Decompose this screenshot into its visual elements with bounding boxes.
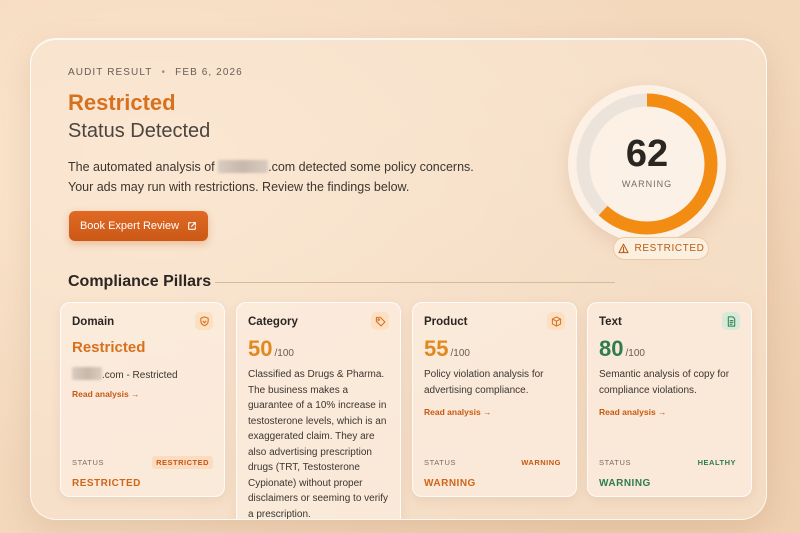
- description-part1: The automated analysis of: [68, 160, 215, 174]
- pillar-card-category: Category 50/100 Classified as Drugs & Ph…: [236, 302, 401, 520]
- gauge-label: WARNING: [621, 179, 673, 189]
- pillar-score: 50/100: [248, 336, 294, 362]
- pillar-title: Domain: [72, 316, 115, 328]
- redacted-domain: [72, 367, 102, 380]
- pillar-headline: Restricted: [72, 339, 146, 356]
- read-analysis-link[interactable]: Read analysis →: [424, 407, 492, 417]
- status-badge: HEALTHY: [697, 458, 736, 467]
- pillar-card-product: Product 55/100 Policy violation analysis…: [412, 302, 577, 497]
- redacted-domain: [218, 160, 269, 173]
- compliance-pillars-title: Compliance Pillars: [68, 273, 212, 290]
- warning-triangle-icon: [617, 243, 629, 254]
- pillar-title: Text: [599, 316, 622, 328]
- pillar-title: Category: [248, 316, 298, 328]
- pillar-description: Classified as Drugs & Pharma. The busine…: [248, 369, 389, 520]
- status-badge: WARNING: [521, 458, 561, 467]
- score-gauge: 62 WARNING: [568, 85, 726, 243]
- audit-meta: AUDIT RESULT • FEB 6, 2026: [68, 67, 243, 78]
- shield-icon: [195, 312, 213, 330]
- read-analysis-link[interactable]: Read analysis →: [72, 389, 140, 399]
- pillar-score-max: /100: [450, 348, 470, 359]
- status-label: STATUS: [599, 458, 632, 467]
- audit-result-panel: AUDIT RESULT • FEB 6, 2026 Restricted Stat…: [30, 38, 767, 520]
- status-value: WARNING: [424, 478, 476, 489]
- status-label: STATUS: [424, 458, 457, 467]
- domain-suffix: .com - Restricted: [102, 370, 178, 381]
- status-badge: RESTRICTED: [152, 456, 213, 469]
- audit-description: The automated analysis of .com detected …: [68, 157, 488, 197]
- restricted-status-pill: RESTRICTED: [613, 237, 709, 260]
- pillar-score-max: /100: [625, 348, 645, 359]
- pillar-score: 80/100: [599, 336, 645, 362]
- pillar-score: 55/100: [424, 336, 470, 362]
- pillar-score-value: 80: [599, 336, 624, 361]
- tag-icon: [371, 312, 389, 330]
- status-value: RESTRICTED: [72, 478, 141, 489]
- pillar-card-domain: Domain Restricted .com - Restricted Read…: [60, 302, 225, 497]
- status-headline: Restricted: [68, 90, 176, 115]
- pillar-score-value: 55: [424, 336, 449, 361]
- restricted-pill-label: RESTRICTED: [634, 243, 705, 254]
- section-divider: [215, 282, 615, 283]
- gauge-score: 62: [625, 133, 669, 175]
- pillar-description: Policy violation analysis for advertisin…: [424, 369, 544, 396]
- pillar-title: Product: [424, 316, 468, 328]
- meta-separator: •: [161, 67, 167, 78]
- pillar-description: Semantic analysis of copy for compliance…: [599, 369, 730, 396]
- pillar-domain-line: .com - Restricted: [72, 367, 218, 384]
- pillar-score-max: /100: [274, 348, 294, 359]
- audit-date: FEB 6, 2026: [175, 67, 243, 78]
- book-expert-review-label: Book Expert Review: [79, 220, 180, 232]
- book-expert-review-button[interactable]: Book Expert Review: [69, 211, 208, 241]
- status-label: STATUS: [72, 458, 105, 467]
- status-subheadline: Status Detected: [68, 120, 211, 142]
- box-icon: [547, 312, 565, 330]
- audit-label: AUDIT RESULT: [68, 67, 153, 78]
- read-analysis-link[interactable]: Read analysis →: [599, 407, 667, 417]
- document-icon: [722, 312, 740, 330]
- status-value: WARNING: [599, 478, 651, 489]
- pillar-card-text: Text 80/100 Semantic analysis of copy fo…: [587, 302, 752, 497]
- external-link-icon: [188, 222, 196, 230]
- pillar-score-value: 50: [248, 336, 273, 361]
